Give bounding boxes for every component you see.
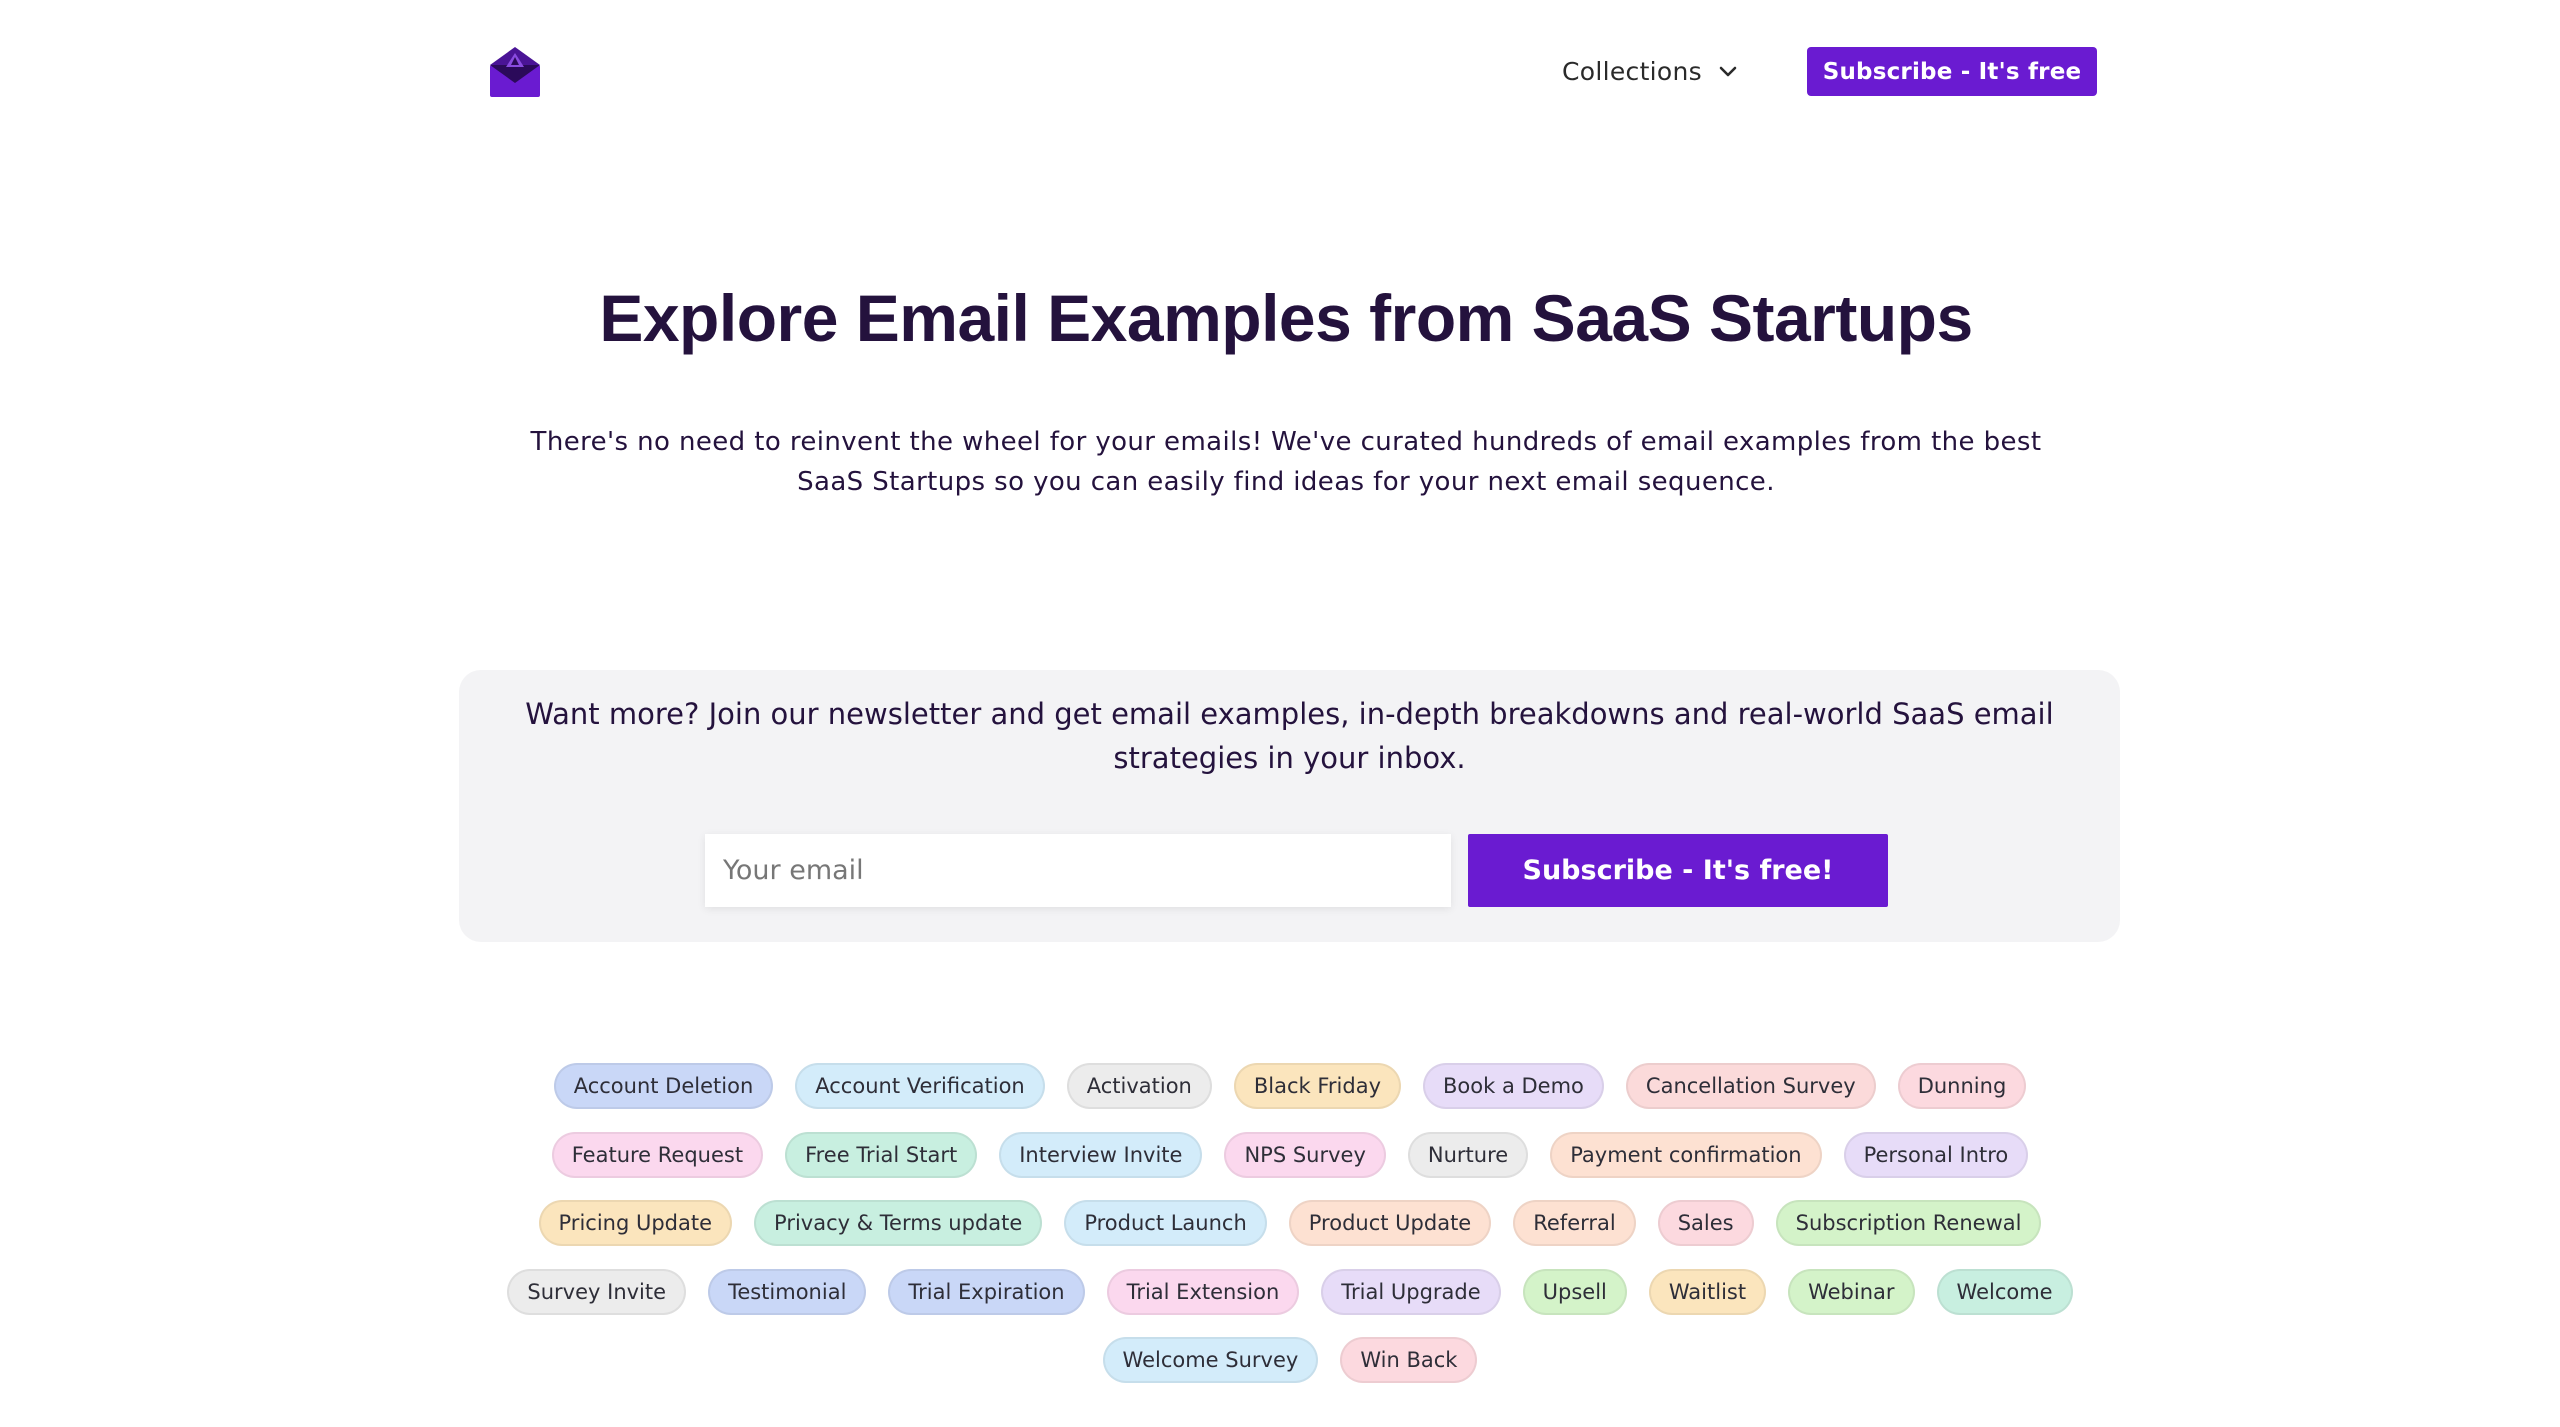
collections-label: Collections	[1562, 56, 1702, 86]
tag-row: Survey Invite Testimonial Trial Expirati…	[480, 1268, 2100, 1315]
tag[interactable]: Webinar	[1788, 1268, 1915, 1315]
page: Collections Subscribe - It's free Explor…	[0, 0, 2560, 1427]
tag[interactable]: Product Update	[1288, 1200, 1492, 1246]
chevron-down-icon	[1719, 66, 1737, 77]
tag[interactable]: Upsell	[1522, 1268, 1627, 1315]
hero-description: There's no need to reinvent the wheel fo…	[530, 427, 2042, 497]
tag-row: Feature Request Free Trial Start Intervi…	[480, 1131, 2100, 1178]
tag[interactable]: Payment confirmation	[1550, 1131, 1822, 1178]
envelope-logo-icon[interactable]	[488, 45, 542, 99]
tag[interactable]: Privacy & Terms update	[754, 1200, 1043, 1246]
tag[interactable]: Interview Invite	[999, 1131, 1203, 1178]
tag[interactable]: Nurture	[1407, 1131, 1529, 1178]
newsletter-box: Want more? Join our newsletter and get e…	[459, 670, 2120, 942]
tag[interactable]: Survey Invite	[507, 1268, 687, 1315]
tag[interactable]: Win Back	[1340, 1337, 1478, 1383]
tag[interactable]: Activation	[1066, 1063, 1212, 1109]
tag[interactable]: Account Verification	[795, 1063, 1045, 1109]
tag[interactable]: Account Deletion	[553, 1063, 774, 1109]
tag[interactable]: Trial Extension	[1106, 1268, 1300, 1315]
tag[interactable]: Black Friday	[1233, 1063, 1402, 1109]
page-title: Explore Email Examples from SaaS Startup…	[599, 281, 1973, 355]
category-tags: Account Deletion Account Verification Ac…	[480, 1063, 2100, 1406]
tag[interactable]: NPS Survey	[1224, 1131, 1386, 1178]
tag[interactable]: Subscription Renewal	[1775, 1200, 2042, 1246]
tag[interactable]: Welcome	[1936, 1268, 2073, 1315]
tag[interactable]: Cancellation Survey	[1625, 1063, 1876, 1109]
tag[interactable]: Free Trial Start	[785, 1131, 978, 1178]
tag[interactable]: Referral	[1513, 1200, 1636, 1246]
tag[interactable]: Book a Demo	[1423, 1063, 1604, 1109]
tag[interactable]: Dunning	[1897, 1063, 2027, 1109]
newsletter-text: Want more? Join our newsletter and get e…	[525, 697, 2054, 775]
tag[interactable]: Waitlist	[1648, 1268, 1767, 1315]
tag[interactable]: Sales	[1657, 1200, 1754, 1246]
tag-row: Pricing Update Privacy & Terms update Pr…	[480, 1200, 2100, 1246]
tag[interactable]: Feature Request	[551, 1131, 764, 1178]
collections-dropdown[interactable]: Collections	[1562, 52, 1740, 90]
tag-row: Account Deletion Account Verification Ac…	[480, 1063, 2100, 1109]
newsletter-subscribe-button[interactable]: Subscribe - It's free!	[1468, 834, 1888, 907]
site-header: Collections Subscribe - It's free	[0, 0, 2560, 140]
email-input[interactable]	[705, 834, 1451, 907]
tag-row: Welcome Survey Win Back	[480, 1337, 2100, 1383]
tag[interactable]: Personal Intro	[1843, 1131, 2029, 1178]
tag[interactable]: Testimonial	[708, 1268, 867, 1315]
tag[interactable]: Product Launch	[1064, 1200, 1267, 1246]
tag[interactable]: Pricing Update	[538, 1200, 733, 1246]
tag[interactable]: Trial Upgrade	[1321, 1268, 1501, 1315]
header-subscribe-button[interactable]: Subscribe - It's free	[1807, 47, 2097, 96]
tag[interactable]: Welcome Survey	[1102, 1337, 1319, 1383]
tag[interactable]: Trial Expiration	[888, 1268, 1085, 1315]
